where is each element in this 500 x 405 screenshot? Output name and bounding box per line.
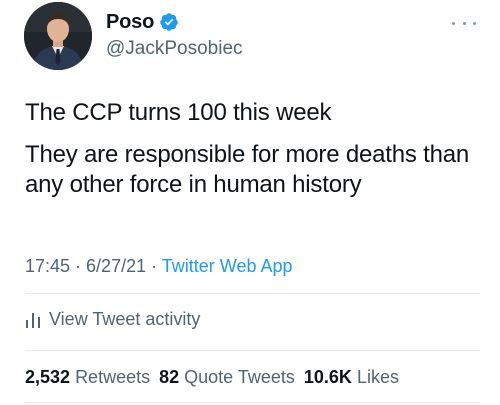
divider [25, 402, 480, 403]
avatar[interactable] [24, 2, 92, 70]
retweets-label: Retweets [75, 367, 151, 387]
meta-separator: · [146, 256, 162, 276]
likes-count: 10.6K [303, 367, 352, 387]
tweet-metadata: 17:45 · 6/27/21 · Twitter Web App [25, 256, 293, 277]
tweet-time[interactable]: 17:45 [25, 256, 70, 276]
tweet-header: Poso @JackPosobiec [24, 0, 480, 80]
tweet-paragraph: The CCP turns 100 this week [25, 99, 332, 126]
likes-stat[interactable]: 10.6K Likes [304, 367, 399, 387]
tweet-card: Poso @JackPosobiec The CCP turns 100 thi… [0, 0, 500, 405]
author-info: Poso @JackPosobiec [106, 9, 243, 60]
display-name[interactable]: Poso [106, 11, 154, 34]
handle[interactable]: @JackPosobiec [106, 38, 243, 60]
quotes-stat[interactable]: 82 Quote Tweets [159, 367, 295, 387]
likes-label: Likes [356, 367, 399, 387]
bar-chart-icon [25, 311, 41, 329]
tweet-stats: 2,532 Retweets 82 Quote Tweets 10.6K Likes [25, 367, 399, 388]
tweet-date[interactable]: 6/27/21 [86, 256, 146, 276]
quotes-count: 82 [159, 367, 180, 387]
quotes-label: Quote Tweets [184, 367, 295, 387]
meta-separator: · [70, 256, 87, 276]
tweet-text: The CCP turns 100 this week They are res… [25, 98, 488, 212]
more-options-icon[interactable] [452, 18, 476, 28]
tweet-source-link[interactable]: Twitter Web App [162, 256, 293, 276]
view-activity-label: View Tweet activity [49, 309, 201, 329]
view-activity-button[interactable]: View Tweet activity [25, 309, 200, 330]
name-row: Poso [106, 9, 243, 35]
retweets-stat[interactable]: 2,532 Retweets [25, 367, 150, 387]
divider [25, 293, 480, 294]
divider [25, 350, 480, 351]
tweet-paragraph: They are responsible for more deaths tha… [25, 141, 470, 198]
verified-badge-icon [159, 12, 179, 32]
avatar-image [24, 2, 92, 70]
retweets-count: 2,532 [25, 367, 71, 387]
